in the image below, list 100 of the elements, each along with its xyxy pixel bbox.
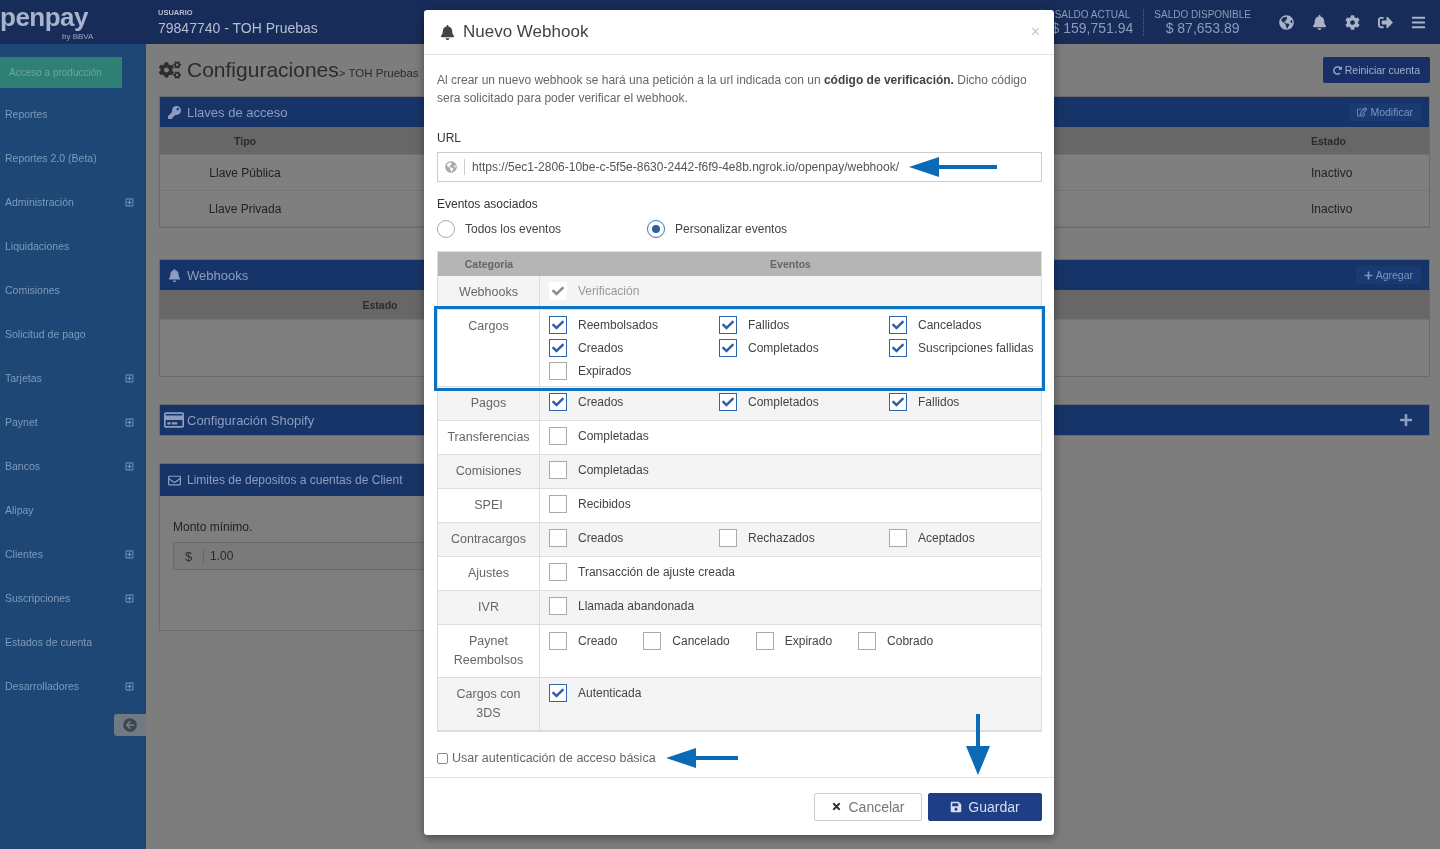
event-label: Autenticada (578, 686, 642, 700)
event-label: Recibidos (578, 497, 631, 511)
checkbox[interactable] (719, 529, 737, 547)
sidebar-item[interactable]: Administración (5, 196, 74, 208)
radio-button[interactable] (437, 220, 455, 238)
category-cell: Paynet Reembolsos (438, 625, 540, 677)
expand-icon[interactable] (125, 681, 134, 691)
checkbox[interactable] (719, 393, 737, 411)
logo: penpay (0, 3, 89, 31)
expand-icon[interactable] (125, 373, 134, 383)
event-label: Reembolsados (578, 318, 659, 332)
column-header: Eventos (769, 258, 812, 270)
event-label: Rechazados (748, 531, 815, 545)
sidebar-item[interactable]: Reportes 2.0 (Beta) (5, 152, 97, 164)
table-cell-text: Llave Privada (207, 201, 283, 216)
event-label: Creado (578, 634, 618, 648)
checkbox[interactable] (549, 339, 567, 357)
globe-icon (445, 161, 457, 173)
checkbox[interactable] (889, 393, 907, 411)
sidebar-item[interactable]: Bancos (5, 460, 41, 472)
close-icon (831, 801, 843, 812)
checkbox[interactable] (549, 427, 567, 445)
expand-icon[interactable] (125, 461, 134, 471)
checkbox[interactable] (549, 597, 567, 615)
checkbox[interactable] (549, 461, 567, 479)
sidebar-item[interactable]: Suscripciones (5, 592, 71, 604)
bell-icon[interactable] (1312, 14, 1327, 30)
sidebar-item[interactable]: Alipay (5, 504, 34, 516)
dialog-title: Nuevo Webhook (463, 22, 589, 42)
cancel-button[interactable]: Cancelar (814, 792, 922, 821)
checkbox[interactable] (549, 684, 567, 702)
event-label: Aceptados (918, 531, 975, 545)
logout-icon[interactable] (1378, 14, 1393, 30)
edit-button[interactable]: Modificar (1349, 103, 1421, 121)
checkbox[interactable] (889, 339, 907, 357)
checkbox[interactable] (549, 316, 567, 334)
category-cell: Contracargos (438, 523, 540, 556)
reset-account-button[interactable]: Reiniciar cuenta (1322, 57, 1430, 83)
sidebar-item[interactable]: Desarrolladores (5, 680, 80, 692)
sidebar-item[interactable]: Clientes (5, 548, 43, 560)
checkbox[interactable] (549, 362, 567, 380)
checkbox[interactable] (549, 529, 567, 547)
panel-title: Limites de depositos a cuentas de Client (187, 473, 403, 487)
sidebar-item[interactable]: Solicitud de pago (5, 328, 86, 340)
envelope-icon (168, 473, 181, 487)
radio-label: Todos los eventos (465, 222, 562, 236)
checkbox[interactable] (549, 282, 567, 300)
panel-title: Configuración Shopify (187, 412, 315, 428)
checkbox[interactable] (858, 632, 877, 650)
close-button[interactable]: × (1030, 23, 1040, 41)
event-label: Fallidos (918, 395, 960, 409)
collapse-button[interactable] (114, 714, 146, 736)
expand-icon[interactable] (125, 593, 134, 603)
url-field[interactable]: https://5ec1-2806-10be-c-5f5e-8630-2442-f6f9-4e8b.ngrok.io/openpay/webhook/ (437, 152, 1042, 182)
settings-icon[interactable] (1345, 14, 1360, 30)
field-label: Monto mínimo. (173, 520, 254, 534)
sidebar-item[interactable]: Tarjetas (5, 372, 42, 384)
balance-label: SALDO DISPONIBLE (1154, 8, 1251, 20)
checkbox-label: Usar autenticación de acceso básica (452, 751, 656, 765)
checkbox[interactable] (889, 316, 907, 334)
globe-icon[interactable] (1279, 14, 1294, 30)
balance-value: $ 87,653.89 (1165, 19, 1240, 36)
expand-icon[interactable] (125, 197, 134, 207)
sidebar-item[interactable]: Paynet (5, 416, 38, 428)
credit-card-icon (164, 410, 184, 430)
sidebar-item[interactable]: Liquidaciones (5, 240, 70, 252)
checkbox[interactable] (755, 632, 774, 650)
category-cell: SPEI (438, 489, 540, 522)
checkbox[interactable] (549, 563, 567, 581)
checkbox[interactable] (549, 393, 567, 411)
breadcrumb: > TOH Pruebas (338, 67, 419, 79)
key-icon (168, 105, 181, 119)
edit-icon (1357, 107, 1368, 117)
table-cell-text: Llave Pública (208, 165, 282, 180)
expand-icon[interactable] (125, 549, 134, 559)
save-button[interactable]: Guardar (928, 792, 1042, 821)
balance-label: SALDO ACTUAL (1054, 8, 1131, 20)
checkbox[interactable] (549, 632, 567, 650)
event-label: Llamada abandonada (578, 599, 695, 613)
checkbox[interactable] (643, 632, 662, 650)
checkbox[interactable] (719, 316, 737, 334)
sidebar-item[interactable]: Reportes (5, 108, 48, 120)
sidebar-item[interactable]: Estados de cuenta (5, 636, 92, 648)
gears-icon (159, 59, 181, 81)
annotation-arrow (966, 714, 990, 776)
event-label: Expirados (578, 364, 632, 378)
checkbox[interactable] (889, 529, 907, 547)
category-cell: Comisiones (438, 455, 540, 488)
event-label: Fallidos (748, 318, 790, 332)
menu-icon[interactable] (1411, 14, 1426, 30)
checkbox[interactable] (549, 495, 567, 513)
expand-icon[interactable] (125, 417, 134, 427)
event-label: Completados (748, 341, 819, 355)
plus-icon[interactable] (1399, 413, 1413, 427)
checkbox[interactable] (437, 752, 448, 764)
radio-button[interactable] (647, 220, 665, 238)
sidebar-item[interactable]: Comisiones (5, 284, 60, 296)
plus-icon (1363, 270, 1373, 280)
checkbox[interactable] (719, 339, 737, 357)
add-button[interactable]: Agregar (1355, 266, 1421, 284)
